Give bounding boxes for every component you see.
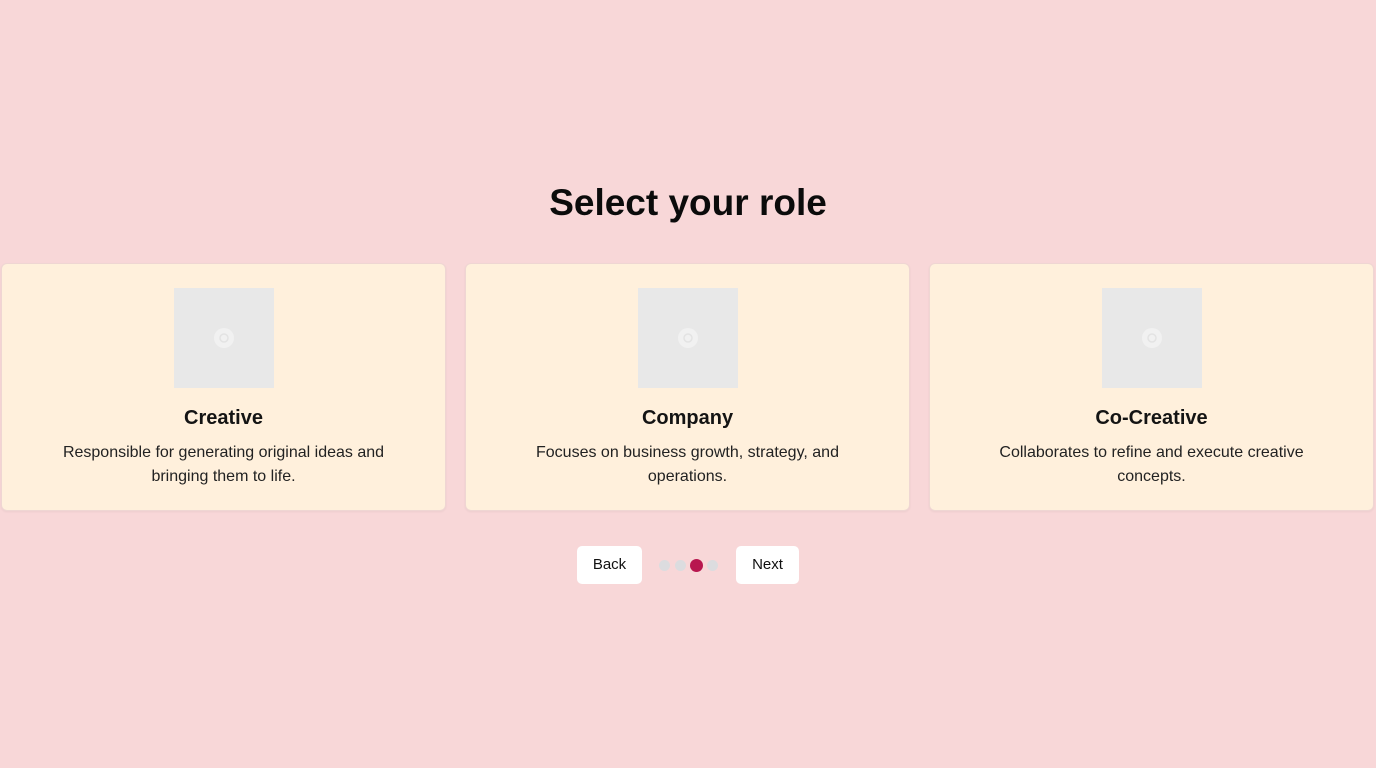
page-title: Select your role bbox=[549, 182, 827, 223]
next-button[interactable]: Next bbox=[736, 546, 799, 584]
role-image bbox=[637, 288, 738, 388]
image-placeholder-icon bbox=[1141, 328, 1162, 348]
role-title: Co-Creative bbox=[1095, 407, 1208, 429]
step-dot-1 bbox=[659, 560, 670, 571]
step-dot-4 bbox=[707, 560, 718, 571]
role-title: Creative bbox=[184, 407, 263, 429]
role-image bbox=[1101, 288, 1202, 388]
step-indicator bbox=[659, 559, 723, 572]
role-description: Collaborates to refine and execute creat… bbox=[999, 444, 1304, 485]
role-description: Focuses on business growth, strategy, an… bbox=[536, 444, 839, 485]
role-card-creative[interactable]: Creative Responsible for generating orig… bbox=[1, 263, 446, 511]
role-description: Responsible for generating original idea… bbox=[62, 444, 385, 485]
image-placeholder-icon bbox=[677, 328, 698, 348]
step-dot-2 bbox=[675, 560, 686, 571]
role-image bbox=[173, 288, 274, 388]
role-card-co-creative[interactable]: Co-Creative Collaborates to refine and e… bbox=[929, 263, 1374, 511]
image-placeholder-icon bbox=[213, 328, 234, 348]
role-title: Company bbox=[641, 407, 734, 429]
step-navigation: Back Next bbox=[0, 546, 1376, 584]
role-card-company[interactable]: Company Focuses on business growth, stra… bbox=[465, 263, 910, 511]
role-card-list: Creative Responsible for generating orig… bbox=[0, 263, 1376, 513]
step-dot-3-active bbox=[690, 559, 703, 572]
back-button[interactable]: Back bbox=[577, 546, 642, 584]
